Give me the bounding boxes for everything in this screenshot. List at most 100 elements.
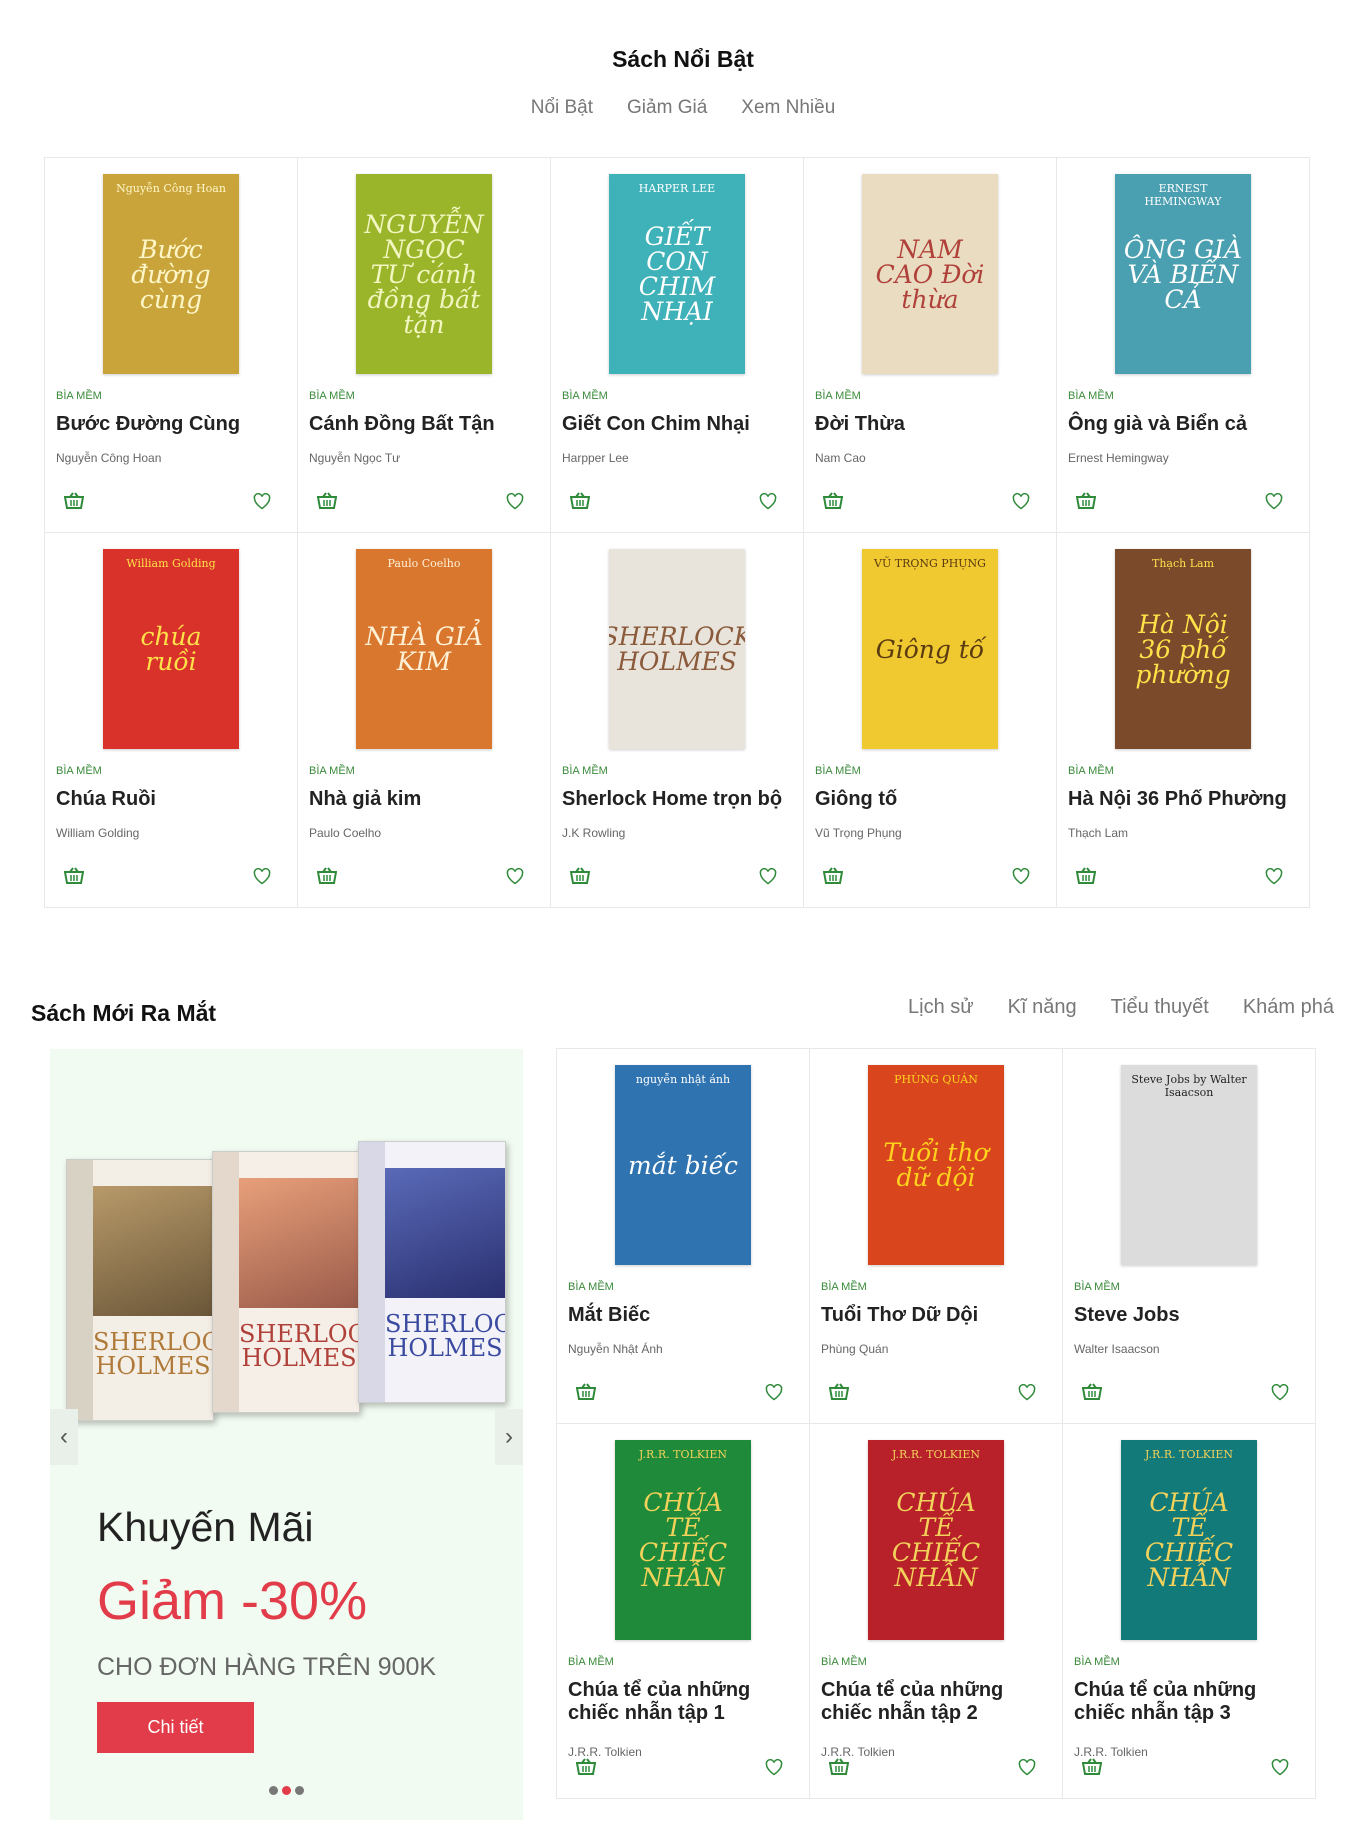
book-cover[interactable]: J.R.R. TOLKIEN CHÚA TỂ CHIẾC NHẪN — [810, 1440, 1062, 1640]
heart-icon[interactable] — [506, 867, 524, 885]
book-title[interactable]: Chúa tể của những chiếc nhẫn tập 2 — [821, 1679, 1054, 1725]
cart-icon[interactable] — [1081, 1758, 1103, 1776]
book-card[interactable]: Paulo Coelho NHÀ GIẢ KIM BÌA MỀM Nhà giả ki… — [297, 532, 551, 908]
cart-icon[interactable] — [316, 492, 338, 510]
heart-icon[interactable] — [1012, 867, 1030, 885]
book-cover-image[interactable]: Nguyễn Công Hoan Bước đường cùng — [103, 174, 239, 374]
book-cover-image[interactable]: J.R.R. TOLKIEN CHÚA TỂ CHIẾC NHẪN — [1121, 1440, 1257, 1640]
heart-icon[interactable] — [1271, 1758, 1289, 1776]
tab-lich-su[interactable]: Lịch sử — [908, 996, 974, 1019]
book-card[interactable]: J.R.R. TOLKIEN CHÚA TỂ CHIẾC NHẪN BÌA MỀM C… — [1062, 1423, 1316, 1799]
book-cover[interactable]: HARPER LEE GIẾT CON CHIM NHẠI — [551, 174, 803, 374]
book-title[interactable]: Steve Jobs — [1074, 1304, 1307, 1327]
book-card[interactable]: William Golding chúa ruồi BÌA MỀM Chúa Ruồi… — [44, 532, 298, 908]
book-title[interactable]: Hà Nội 36 Phố Phường — [1068, 788, 1301, 811]
book-cover-image[interactable]: nguyễn nhật ánh mắt biếc — [615, 1065, 751, 1265]
book-cover[interactable]: Steve Jobs by Walter Isaacson — [1063, 1065, 1315, 1265]
tab-ki-nang[interactable]: Kĩ năng — [1008, 996, 1077, 1019]
book-title[interactable]: Chúa Ruồi — [56, 788, 289, 811]
heart-icon[interactable] — [253, 867, 271, 885]
book-card[interactable]: PHÙNG QUÁN Tuổi thơ dữ dội BÌA MỀM Tuổi Thơ… — [809, 1048, 1063, 1424]
book-title[interactable]: Mắt Biếc — [568, 1304, 801, 1327]
cart-icon[interactable] — [63, 492, 85, 510]
book-card[interactable]: SHERLOCK HOLMES BÌA MỀM Sherlock Home trọn… — [550, 532, 804, 908]
book-cover-image[interactable]: VŨ TRỌNG PHỤNG Giông tố — [862, 549, 998, 749]
cart-icon[interactable] — [1081, 1383, 1103, 1401]
book-cover[interactable]: ERNEST HEMINGWAY ÔNG GIÀ VÀ BIỂN CẢ — [1057, 174, 1309, 374]
book-title[interactable]: Sherlock Home trọn bộ — [562, 788, 795, 811]
book-cover-image[interactable]: NAM CAO Đời thừa — [862, 174, 998, 374]
heart-icon[interactable] — [765, 1383, 783, 1401]
heart-icon[interactable] — [1265, 492, 1283, 510]
cart-icon[interactable] — [569, 492, 591, 510]
book-card[interactable]: Thạch Lam Hà Nội 36 phố phường BÌA MỀM Hà N… — [1056, 532, 1310, 908]
book-title[interactable]: Đời Thừa — [815, 413, 1048, 436]
carousel-dot-2[interactable] — [282, 1786, 291, 1795]
cart-icon[interactable] — [1075, 492, 1097, 510]
heart-icon[interactable] — [759, 492, 777, 510]
book-card[interactable]: ERNEST HEMINGWAY ÔNG GIÀ VÀ BIỂN CẢ BÌA MỀ… — [1056, 157, 1310, 533]
cart-icon[interactable] — [822, 492, 844, 510]
book-cover-image[interactable]: Thạch Lam Hà Nội 36 phố phường — [1115, 549, 1251, 749]
tab-noi-bat[interactable]: Nổi Bật — [531, 97, 593, 119]
book-cover[interactable]: Nguyễn Công Hoan Bước đường cùng — [45, 174, 297, 374]
cart-icon[interactable] — [316, 867, 338, 885]
cart-icon[interactable] — [1075, 867, 1097, 885]
book-card[interactable]: Steve Jobs by Walter Isaacson BÌA MỀM Stev… — [1062, 1048, 1316, 1424]
book-cover[interactable]: PHÙNG QUÁN Tuổi thơ dữ dội — [810, 1065, 1062, 1265]
tab-giam-gia[interactable]: Giảm Giá — [627, 97, 707, 119]
book-title[interactable]: Bước Đường Cùng — [56, 413, 289, 436]
book-cover-image[interactable]: NGUYỄN NGỌC TƯ cánh đồng bất tận — [356, 174, 492, 374]
book-title[interactable]: Cánh Đồng Bất Tận — [309, 413, 542, 436]
heart-icon[interactable] — [1018, 1383, 1036, 1401]
heart-icon[interactable] — [1012, 492, 1030, 510]
book-title[interactable]: Chúa tể của những chiếc nhẫn tập 1 — [568, 1679, 801, 1725]
carousel-next-arrow[interactable]: › — [495, 1409, 523, 1465]
book-cover[interactable]: VŨ TRỌNG PHỤNG Giông tố — [804, 549, 1056, 749]
book-cover-image[interactable]: Paulo Coelho NHÀ GIẢ KIM — [356, 549, 492, 749]
book-card[interactable]: J.R.R. TOLKIEN CHÚA TỂ CHIẾC NHẪN BÌA MỀM C… — [809, 1423, 1063, 1799]
book-cover[interactable]: William Golding chúa ruồi — [45, 549, 297, 749]
book-cover[interactable]: J.R.R. TOLKIEN CHÚA TỂ CHIẾC NHẪN — [557, 1440, 809, 1640]
book-cover-image[interactable]: SHERLOCK HOLMES — [609, 549, 745, 749]
heart-icon[interactable] — [1265, 867, 1283, 885]
carousel-prev-arrow[interactable]: ‹ — [50, 1409, 78, 1465]
book-cover[interactable]: J.R.R. TOLKIEN CHÚA TỂ CHIẾC NHẪN — [1063, 1440, 1315, 1640]
cart-icon[interactable] — [575, 1758, 597, 1776]
heart-icon[interactable] — [1271, 1383, 1289, 1401]
book-title[interactable]: Giông tố — [815, 788, 1048, 811]
tab-xem-nhieu[interactable]: Xem Nhiều — [741, 97, 835, 119]
cart-icon[interactable] — [569, 867, 591, 885]
promo-details-button[interactable]: Chi tiết — [97, 1702, 254, 1753]
book-cover[interactable]: nguyễn nhật ánh mắt biếc — [557, 1065, 809, 1265]
tab-kham-pha[interactable]: Khám phá — [1243, 996, 1334, 1019]
heart-icon[interactable] — [759, 867, 777, 885]
book-title[interactable]: Nhà giả kim — [309, 788, 542, 811]
heart-icon[interactable] — [506, 492, 524, 510]
book-card[interactable]: VŨ TRỌNG PHỤNG Giông tố BÌA MỀM Giông tố Vũ … — [803, 532, 1057, 908]
book-card[interactable]: J.R.R. TOLKIEN CHÚA TỂ CHIẾC NHẪN BÌA MỀM C… — [556, 1423, 810, 1799]
book-card[interactable]: NAM CAO Đời thừa BÌA MỀM Đời Thừa Nam Cao — [803, 157, 1057, 533]
book-card[interactable]: nguyễn nhật ánh mắt biếc BÌA MỀM Mắt Biếc Ng… — [556, 1048, 810, 1424]
book-cover-image[interactable]: Steve Jobs by Walter Isaacson — [1121, 1065, 1257, 1265]
carousel-dot-3[interactable] — [295, 1786, 304, 1795]
book-title[interactable]: Giết Con Chim Nhại — [562, 413, 795, 436]
book-cover-image[interactable]: J.R.R. TOLKIEN CHÚA TỂ CHIẾC NHẪN — [615, 1440, 751, 1640]
book-cover[interactable]: NAM CAO Đời thừa — [804, 174, 1056, 374]
carousel-dot-1[interactable] — [269, 1786, 278, 1795]
book-title[interactable]: Ông già và Biển cả — [1068, 413, 1301, 436]
heart-icon[interactable] — [253, 492, 271, 510]
book-title[interactable]: Chúa tể của những chiếc nhẫn tập 3 — [1074, 1679, 1307, 1725]
book-card[interactable]: NGUYỄN NGỌC TƯ cánh đồng bất tận BÌA MỀM C… — [297, 157, 551, 533]
cart-icon[interactable] — [828, 1383, 850, 1401]
book-cover-image[interactable]: PHÙNG QUÁN Tuổi thơ dữ dội — [868, 1065, 1004, 1265]
book-cover[interactable]: SHERLOCK HOLMES — [551, 549, 803, 749]
cart-icon[interactable] — [828, 1758, 850, 1776]
cart-icon[interactable] — [822, 867, 844, 885]
book-cover-image[interactable]: ERNEST HEMINGWAY ÔNG GIÀ VÀ BIỂN CẢ — [1115, 174, 1251, 374]
heart-icon[interactable] — [1018, 1758, 1036, 1776]
book-cover-image[interactable]: HARPER LEE GIẾT CON CHIM NHẠI — [609, 174, 745, 374]
heart-icon[interactable] — [765, 1758, 783, 1776]
book-cover[interactable]: NGUYỄN NGỌC TƯ cánh đồng bất tận — [298, 174, 550, 374]
book-card[interactable]: Nguyễn Công Hoan Bước đường cùng BÌA MỀM Bư… — [44, 157, 298, 533]
